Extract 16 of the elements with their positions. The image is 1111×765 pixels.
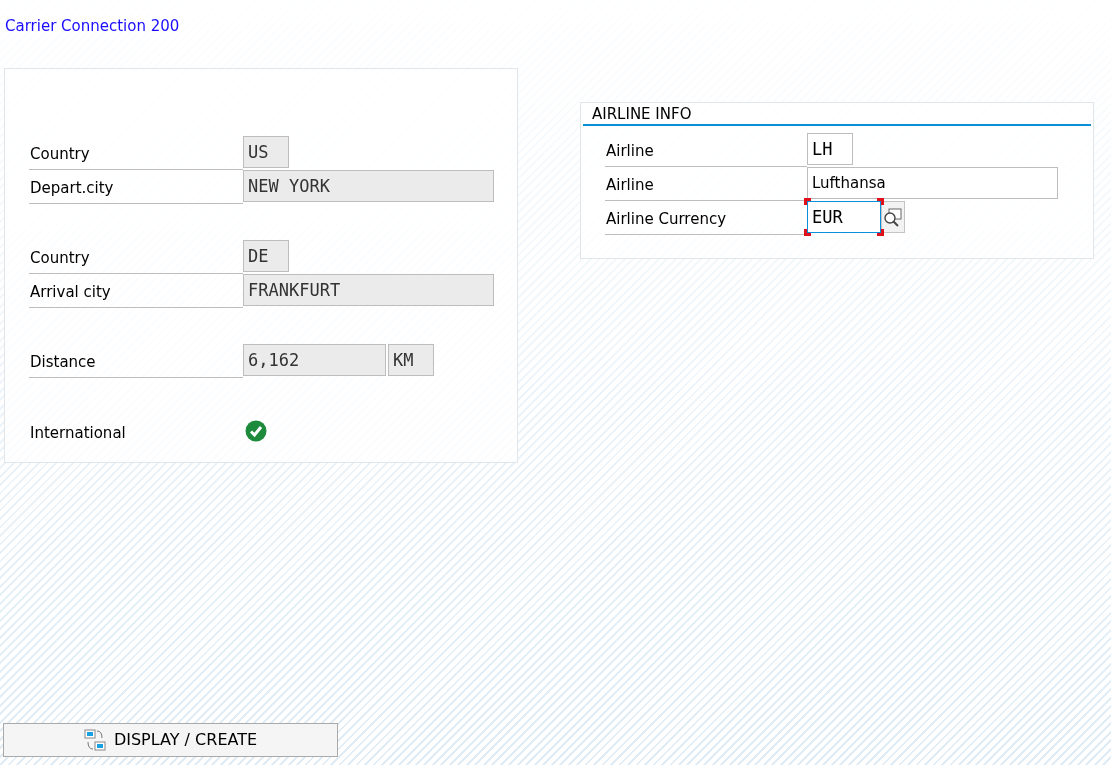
switch-icon [83, 728, 106, 752]
readonly-field: KM [388, 344, 434, 376]
readonly-field: NEW YORK [243, 170, 494, 202]
input-field[interactable]: EUR [807, 201, 881, 233]
group-title: AIRLINE INFO [583, 105, 1091, 126]
readonly-field: DE [243, 240, 289, 272]
readonly-field: US [243, 136, 289, 168]
display-create-button[interactable]: DISPLAY / CREATE [3, 723, 338, 757]
readonly-field: 6,162 [243, 344, 386, 376]
page-title: Carrier Connection 200 [4, 16, 181, 36]
input-field[interactable]: LH [807, 133, 853, 165]
field-label: International [29, 422, 127, 444]
search-icon [883, 207, 903, 227]
value-help-button[interactable] [881, 201, 905, 233]
readonly-field: FRANKFURT [243, 274, 494, 306]
input-field[interactable]: Lufthansa [807, 167, 1058, 199]
